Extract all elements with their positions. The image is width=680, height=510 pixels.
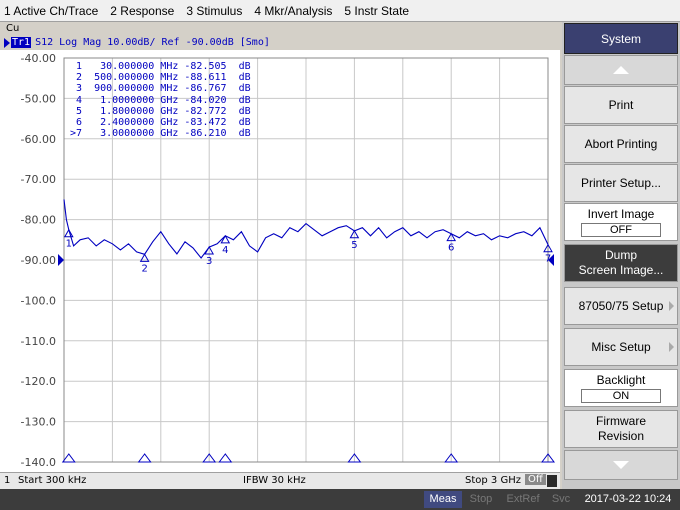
- dump-screen-image-button[interactable]: Dump Screen Image...: [564, 244, 678, 282]
- y-tick-label: -80.00: [21, 214, 56, 227]
- softkey-panel: System Print Abort Printing Printer Setu…: [562, 22, 680, 489]
- menu-bar: 1 Active Ch/Trace 2 Response 3 Stimulus …: [0, 0, 680, 22]
- marker-readout-4: 4 1.0000000 GHz -84.020 dB: [70, 94, 251, 106]
- printer-setup-button[interactable]: Printer Setup...: [564, 164, 678, 202]
- trace-settings: S12 Log Mag 10.00dB/ Ref -90.00dB [Smo]: [35, 37, 270, 48]
- marker-4-label: 4: [222, 245, 228, 256]
- print-button[interactable]: Print: [564, 86, 678, 124]
- submenu-arrow-icon: [669, 301, 674, 311]
- vna-window: { "menu": [ "1 Active Ch/Trace", "2 Resp…: [0, 0, 680, 510]
- reference-arrow-left-icon: [58, 254, 64, 266]
- abort-printing-label: Abort Printing: [584, 136, 658, 151]
- misc-setup-button[interactable]: Misc Setup: [564, 328, 678, 366]
- stop-indicator: Stop: [469, 493, 493, 505]
- stop-frequency[interactable]: Stop 3 GHz: [465, 475, 521, 486]
- y-tick-label: -70.00: [21, 173, 56, 186]
- menu-mkr-analysis[interactable]: 4 Mkr/Analysis: [254, 4, 332, 18]
- backlight-toggle[interactable]: Backlight ON: [564, 369, 678, 407]
- revision-label: Revision: [597, 429, 645, 443]
- backlight-value: ON: [581, 389, 661, 403]
- print-button-label: Print: [608, 97, 634, 112]
- scroll-up-icon: [613, 66, 629, 74]
- marker-readout-6: 6 2.4000000 GHz -83.472 dB: [70, 117, 251, 129]
- invert-image-toggle[interactable]: Invert Image OFF: [564, 203, 678, 241]
- menu-instr-state[interactable]: 5 Instr State: [344, 4, 409, 18]
- marker-5-label: 5: [351, 240, 357, 251]
- instrument-status-strip: Meas Stop ExtRef Svc 2017-03-22 10:24: [0, 489, 680, 510]
- y-tick-label: -50.00: [21, 92, 56, 105]
- screen-image-label: Screen Image...: [578, 263, 664, 277]
- scroll-down-icon: [613, 461, 629, 469]
- dump-label: Dump: [604, 248, 637, 262]
- marker-6-label: 6: [448, 243, 454, 254]
- active-trace-arrow-icon: [4, 37, 10, 48]
- 87050-75-setup-label: 87050/75 Setup: [578, 298, 664, 313]
- start-frequency[interactable]: Start 300 kHz: [18, 475, 86, 486]
- marker-readout-5: 5 1.8000000 GHz -82.772 dB: [70, 105, 251, 117]
- marker-readout-2: 2 500.000000 MHz -88.611 dB: [70, 72, 251, 84]
- misc-setup-label: Misc Setup: [591, 339, 651, 354]
- status-indicator: [547, 475, 557, 487]
- marker-1-position-icon: [61, 453, 76, 463]
- marker-readout-7: >7 3.0000000 GHz -86.210 dB: [70, 128, 251, 140]
- meas-indicator: Meas: [424, 491, 462, 508]
- marker-7-label: 7: [545, 254, 551, 265]
- stimulus-status-bar: 1 Start 300 kHz IFBW 30 kHz Stop 3 GHz O…: [0, 472, 560, 489]
- y-tick-label: -110.0: [21, 335, 56, 348]
- menu-response[interactable]: 2 Response: [110, 4, 174, 18]
- marker-4-position-icon: [218, 453, 233, 463]
- marker-table: 1 30.000000 MHz -82.505 dB 2 500.000000 …: [70, 61, 251, 139]
- plot-area[interactable]: -40.00 -50.00 -60.00 -70.00 -80.00 -90.00 -100…: [0, 50, 560, 472]
- y-tick-label: -140.0: [21, 456, 56, 469]
- invert-image-label: Invert Image: [587, 207, 655, 221]
- submenu-arrow-icon: [669, 342, 674, 352]
- 87050-75-setup-button[interactable]: 87050/75 Setup: [564, 287, 678, 325]
- firmware-label: Firmware: [596, 414, 646, 428]
- channel-cal-label: Cu: [6, 23, 20, 34]
- marker-readout-1: 1 30.000000 MHz -82.505 dB: [70, 61, 251, 72]
- softkey-scroll-down[interactable]: [564, 450, 678, 480]
- trace-header[interactable]: Tr1 S12 Log Mag 10.00dB/ Ref -90.00dB [S…: [4, 36, 270, 49]
- marker-2-label: 2: [141, 263, 147, 274]
- firmware-revision-button[interactable]: Firmware Revision: [564, 410, 678, 448]
- marker-readout-3: 3 900.000000 MHz -86.767 dB: [70, 83, 251, 95]
- abort-printing-button[interactable]: Abort Printing: [564, 125, 678, 163]
- marker-1-label: 1: [66, 239, 72, 250]
- channel-number: 1: [4, 475, 11, 486]
- softkey-scroll-up[interactable]: [564, 55, 678, 85]
- y-tick-label: -100.0: [21, 294, 56, 307]
- ifbw[interactable]: IFBW 30 kHz: [243, 475, 306, 486]
- output-off-badge: Off: [525, 474, 546, 485]
- y-tick-label: -130.0: [21, 416, 56, 429]
- trace-tag[interactable]: Tr1: [11, 37, 32, 48]
- backlight-label: Backlight: [596, 373, 646, 387]
- y-tick-label: -60.00: [21, 133, 56, 146]
- marker-3-label: 3: [206, 256, 212, 267]
- y-tick-label: -40.00: [21, 52, 56, 65]
- printer-setup-label: Printer Setup...: [580, 175, 662, 190]
- menu-active-ch-trace[interactable]: 1 Active Ch/Trace: [4, 4, 98, 18]
- y-tick-label: -120.0: [21, 375, 56, 388]
- y-tick-label: -90.00: [21, 254, 56, 267]
- clock: 2017-03-22 10:24: [584, 493, 672, 505]
- svc-indicator: Svc: [551, 493, 571, 505]
- softkey-menu-title[interactable]: System: [564, 23, 678, 54]
- invert-image-value: OFF: [581, 223, 661, 237]
- marker-2-position-icon: [137, 453, 152, 463]
- menu-stimulus[interactable]: 3 Stimulus: [186, 4, 242, 18]
- extref-indicator: ExtRef: [506, 493, 540, 505]
